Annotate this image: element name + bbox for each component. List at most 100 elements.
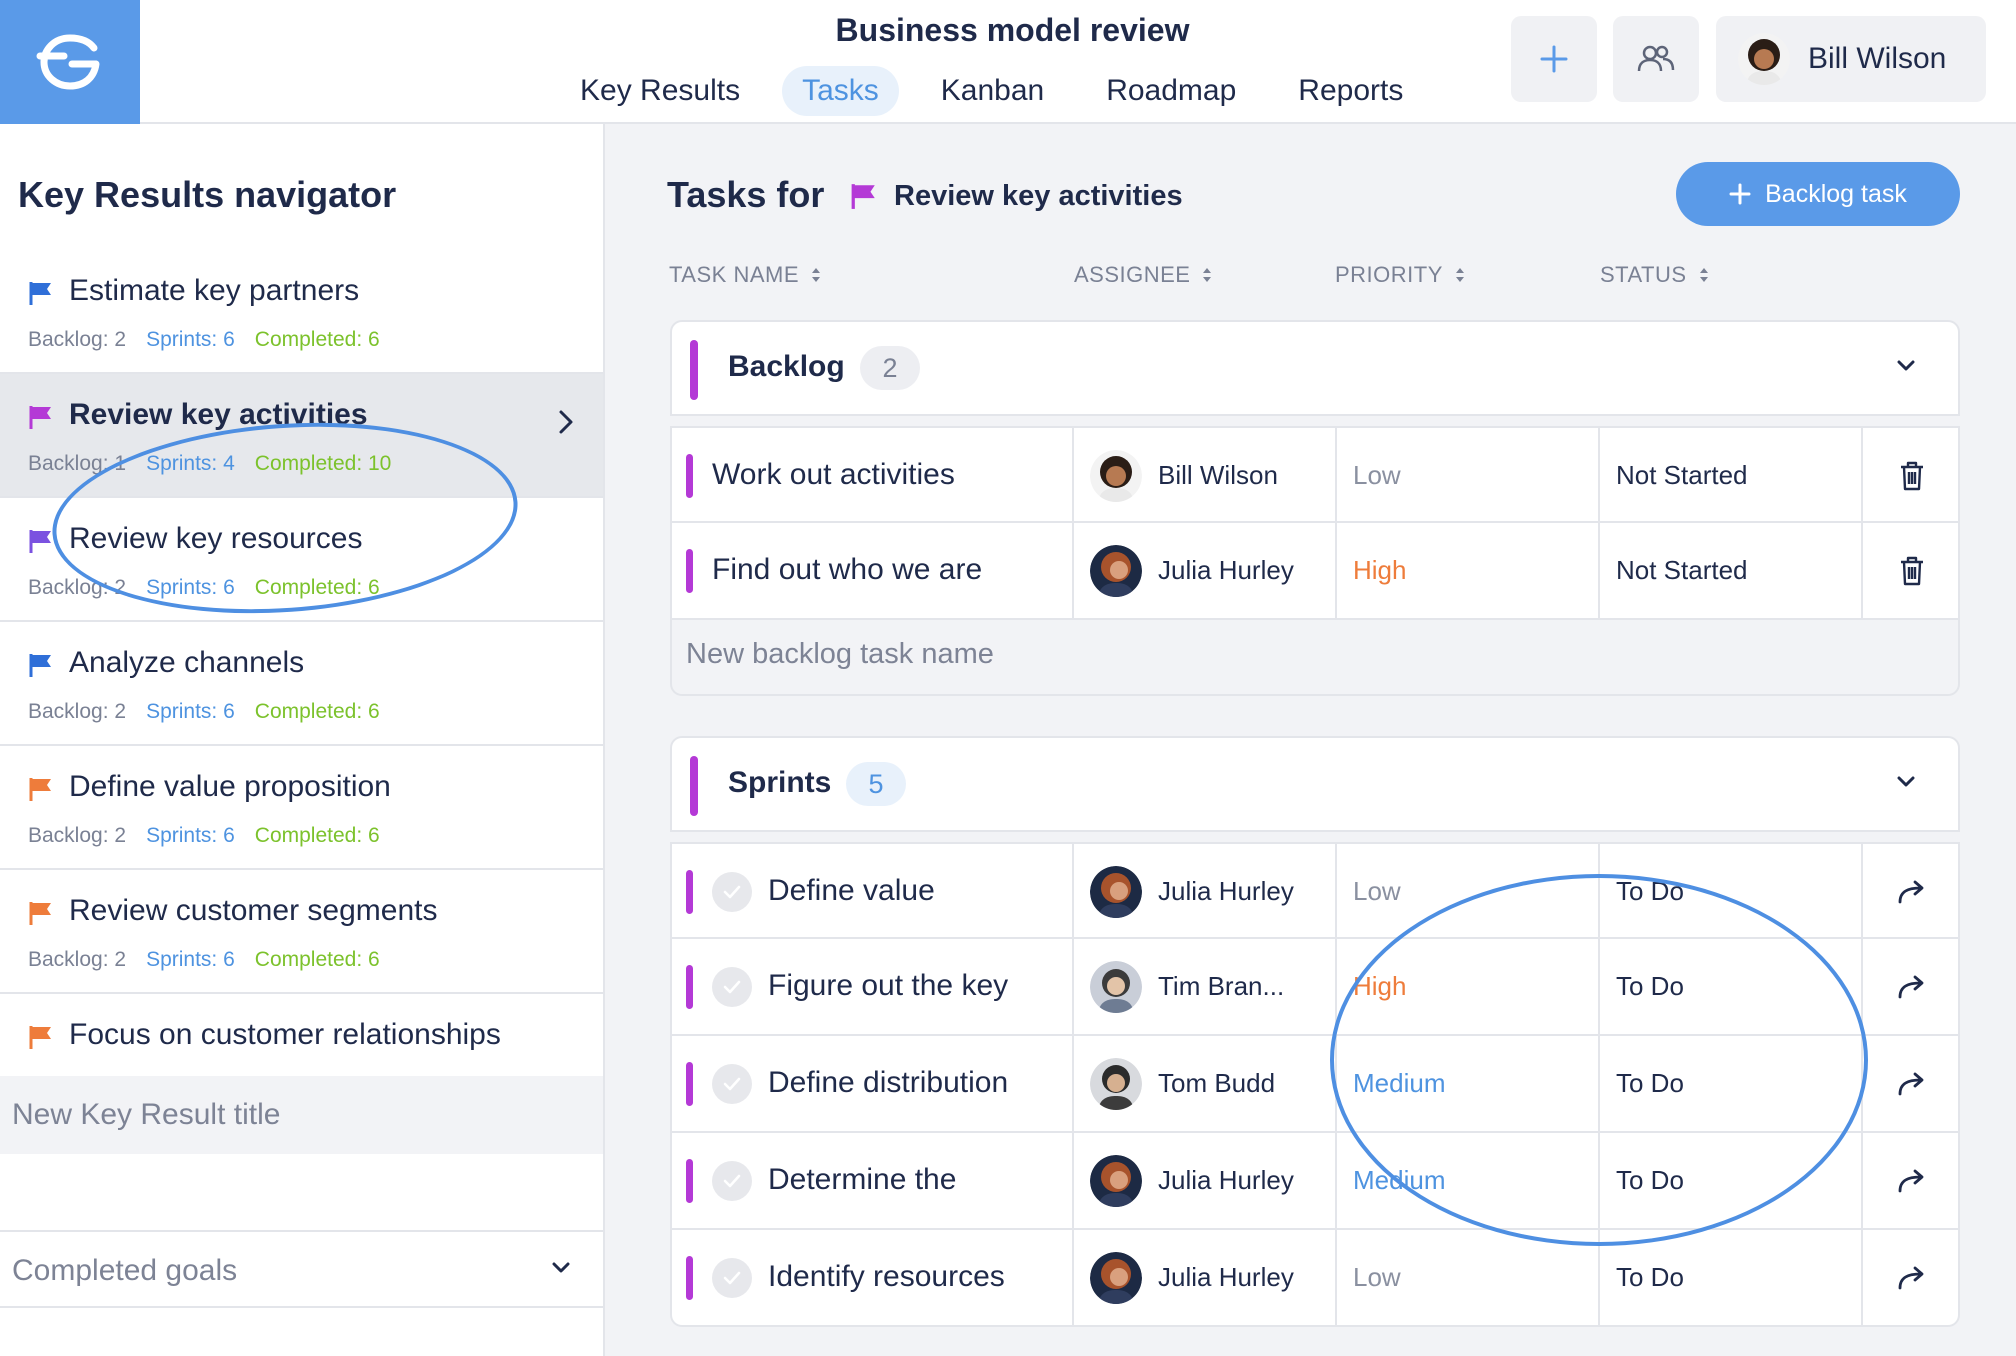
avatar: [1090, 1154, 1142, 1207]
move-task-button[interactable]: [1863, 1036, 1960, 1131]
task-name[interactable]: Identify resources: [768, 1260, 1005, 1294]
status-cell[interactable]: To Do: [1600, 1036, 1863, 1131]
avatar: [1738, 33, 1790, 85]
sidebar-item-focus-on-customer-relationships[interactable]: Focus on customer relationships: [0, 994, 603, 1078]
backlog-group-header[interactable]: Backlog 2: [670, 320, 1960, 416]
priority-cell[interactable]: Medium: [1337, 1133, 1600, 1228]
table-row[interactable]: Determine the Julia Hurley Medium To Do: [670, 1133, 1960, 1230]
priority-cell[interactable]: Low: [1337, 844, 1600, 939]
task-name[interactable]: Figure out the key: [768, 969, 1008, 1003]
complete-checkbox[interactable]: [712, 967, 752, 1007]
key-results-sidebar: Key Results navigator Estimate key partn…: [0, 124, 605, 1356]
group-count-badge: 5: [846, 762, 906, 806]
status-cell[interactable]: To Do: [1600, 939, 1863, 1034]
assignee-cell[interactable]: Tim Bran...: [1074, 939, 1337, 1034]
delete-task-button[interactable]: [1863, 428, 1960, 523]
user-menu-button[interactable]: Bill Wilson: [1716, 16, 1986, 102]
task-color-bar: [686, 454, 693, 498]
task-name[interactable]: Find out who we are: [712, 553, 982, 587]
priority-cell[interactable]: Medium: [1337, 1036, 1600, 1131]
delete-task-button[interactable]: [1863, 523, 1960, 618]
priority-cell[interactable]: Low: [1337, 428, 1600, 523]
assignee-cell[interactable]: Julia Hurley: [1074, 523, 1337, 618]
status-cell[interactable]: To Do: [1600, 1230, 1863, 1325]
complete-checkbox[interactable]: [712, 872, 752, 912]
move-task-button[interactable]: [1863, 1133, 1960, 1228]
assignee-cell[interactable]: Julia Hurley: [1074, 1133, 1337, 1228]
move-task-button[interactable]: [1863, 1230, 1960, 1325]
task-name-cell: Define value: [672, 844, 1074, 939]
sidebar-item-review-customer-segments[interactable]: Review customer segments Backlog: 2 Spri…: [0, 870, 603, 994]
column-header-priority[interactable]: PRIORITY: [1335, 262, 1465, 288]
sidebar-item-review-key-activities[interactable]: Review key activities Backlog: 1 Sprints…: [0, 374, 603, 498]
table-row[interactable]: Work out activities Bill Wilson Low Not …: [670, 426, 1960, 523]
tab-key-results[interactable]: Key Results: [560, 66, 760, 116]
table-row[interactable]: Define value Julia Hurley Low To Do: [670, 842, 1960, 939]
table-row[interactable]: Figure out the key Tim Bran... High To D…: [670, 939, 1960, 1036]
tab-roadmap[interactable]: Roadmap: [1086, 66, 1256, 116]
sidebar-item-review-key-resources[interactable]: Review key resources Backlog: 2 Sprints:…: [0, 498, 603, 622]
table-row[interactable]: Identify resources Julia Hurley Low To D…: [670, 1230, 1960, 1327]
logo-icon: [36, 34, 100, 90]
assignee-cell[interactable]: Julia Hurley: [1074, 1230, 1337, 1325]
kr-stats: Backlog: 2 Sprints: 6 Completed: 6: [28, 948, 380, 972]
sidebar-item-estimate-key-partners[interactable]: Estimate key partners Backlog: 2 Sprints…: [0, 250, 603, 374]
priority-cell[interactable]: Low: [1337, 1230, 1600, 1325]
tab-tasks[interactable]: Tasks: [782, 66, 899, 116]
flag-icon: [29, 530, 51, 553]
task-name[interactable]: Work out activities: [712, 458, 955, 492]
kr-title: Define value proposition: [69, 770, 391, 803]
move-task-button[interactable]: [1863, 939, 1960, 1034]
task-name[interactable]: Define value: [768, 874, 935, 908]
add-backlog-task-button[interactable]: Backlog task: [1676, 162, 1960, 226]
complete-checkbox[interactable]: [712, 1258, 752, 1298]
assignee-cell[interactable]: Julia Hurley: [1074, 844, 1337, 939]
table-row[interactable]: Find out who we are Julia Hurley High No…: [670, 523, 1960, 620]
kr-sprints-count: Sprints: 6: [146, 576, 235, 599]
kr-title: Review customer segments: [69, 894, 438, 927]
new-backlog-task-input[interactable]: New backlog task name: [670, 620, 1960, 696]
board-title: Business model review: [835, 12, 1190, 48]
column-header-assignee[interactable]: ASSIGNEE: [1074, 262, 1212, 288]
column-header-status[interactable]: STATUS: [1600, 262, 1709, 288]
kr-stats: Backlog: 2 Sprints: 6 Completed: 6: [28, 824, 380, 848]
status-cell[interactable]: To Do: [1600, 844, 1863, 939]
status-cell[interactable]: Not Started: [1600, 523, 1863, 618]
forward-arrow-icon: [1898, 1072, 1923, 1095]
sidebar-item-analyze-channels[interactable]: Analyze channels Backlog: 2 Sprints: 6 C…: [0, 622, 603, 746]
completed-goals-toggle[interactable]: Completed goals: [0, 1230, 603, 1308]
assignee-cell[interactable]: Tom Budd: [1074, 1036, 1337, 1131]
tab-reports[interactable]: Reports: [1278, 66, 1423, 116]
status-cell[interactable]: Not Started: [1600, 428, 1863, 523]
task-name[interactable]: Define distribution: [768, 1066, 1008, 1100]
app-logo[interactable]: [0, 0, 140, 124]
team-button[interactable]: [1613, 16, 1699, 102]
complete-checkbox[interactable]: [712, 1064, 752, 1104]
task-color-bar: [686, 549, 693, 593]
move-task-button[interactable]: [1863, 844, 1960, 939]
flag-icon: [29, 778, 51, 801]
assignee-name: Julia Hurley: [1158, 1262, 1294, 1292]
table-row[interactable]: Define distribution Tom Budd Medium To D…: [670, 1036, 1960, 1133]
sidebar-item-define-value-proposition[interactable]: Define value proposition Backlog: 2 Spri…: [0, 746, 603, 870]
priority-cell[interactable]: High: [1337, 523, 1600, 618]
kr-backlog-count: Backlog: 2: [28, 700, 127, 723]
kr-stats: Backlog: 2 Sprints: 6 Completed: 6: [28, 328, 380, 352]
chevron-down-icon: [1897, 360, 1915, 371]
sprints-group-header[interactable]: Sprints 5: [670, 736, 1960, 832]
forward-arrow-icon: [1898, 1266, 1923, 1289]
priority-cell[interactable]: High: [1337, 939, 1600, 1034]
add-button[interactable]: [1511, 16, 1597, 102]
column-label: STATUS: [1600, 262, 1687, 287]
tab-kanban[interactable]: Kanban: [921, 66, 1064, 116]
new-key-result-input[interactable]: New Key Result title: [0, 1076, 603, 1154]
assignee-name: Julia Hurley: [1158, 1165, 1294, 1195]
status-cell[interactable]: To Do: [1600, 1133, 1863, 1228]
task-name-cell: Figure out the key: [672, 939, 1074, 1034]
column-header-task-name[interactable]: TASK NAME: [669, 262, 821, 288]
complete-checkbox[interactable]: [712, 1161, 752, 1201]
flag-icon: [29, 654, 51, 677]
task-name[interactable]: Determine the: [768, 1163, 956, 1197]
assignee-cell[interactable]: Bill Wilson: [1074, 428, 1337, 523]
chevron-down-icon: [552, 1262, 570, 1273]
